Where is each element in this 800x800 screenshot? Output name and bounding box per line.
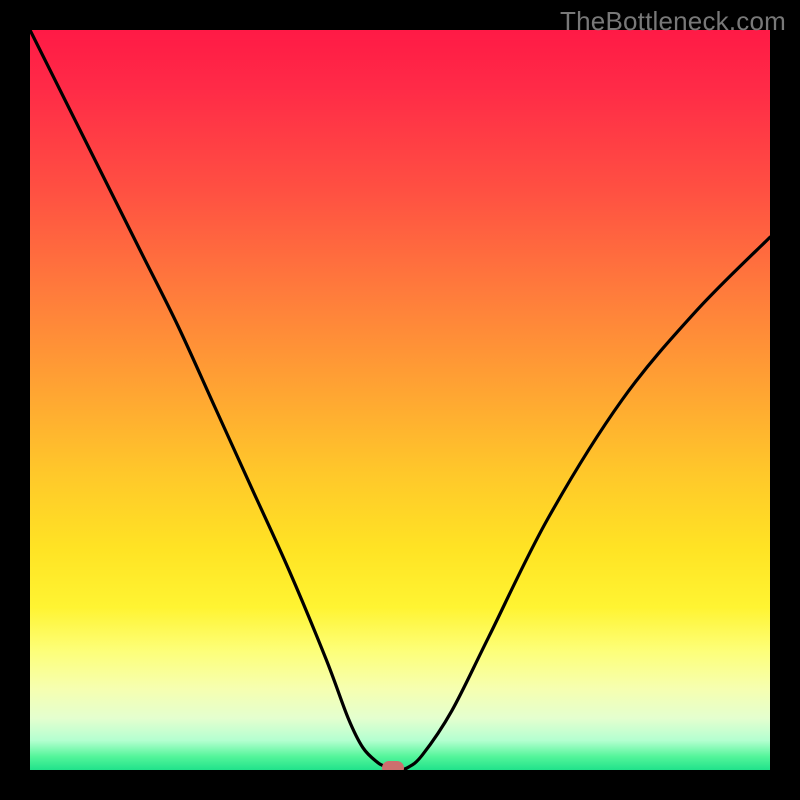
curve-svg	[30, 30, 770, 770]
valley-marker	[382, 761, 404, 770]
watermark-text: TheBottleneck.com	[560, 6, 786, 37]
bottleneck-curve-path	[30, 30, 770, 769]
plot-area	[30, 30, 770, 770]
chart-frame: TheBottleneck.com	[0, 0, 800, 800]
